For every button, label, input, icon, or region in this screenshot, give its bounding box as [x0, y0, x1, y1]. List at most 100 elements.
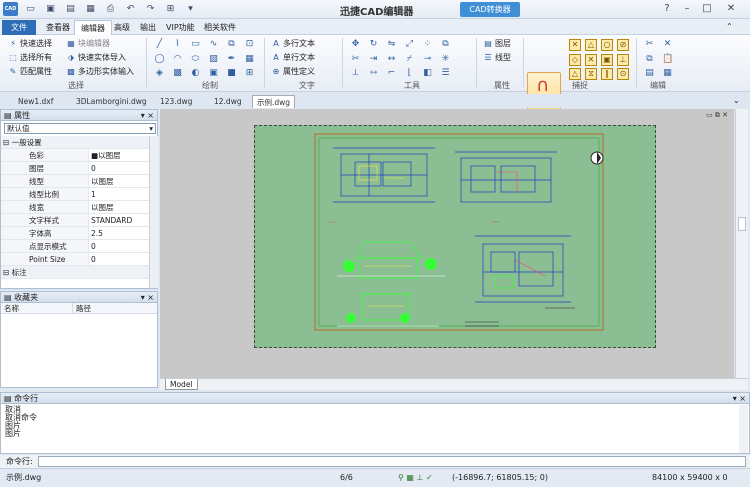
open-folder-icon[interactable]: ▣: [44, 3, 57, 16]
quick-entity-import-button[interactable]: ⬗ 快速实体导入: [66, 52, 126, 64]
arc-icon[interactable]: ◠: [172, 54, 183, 65]
prop-row[interactable]: 线型 以图层: [1, 175, 151, 188]
scroll-thumb[interactable]: [738, 217, 746, 231]
grid-icon[interactable]: ⊞: [244, 68, 255, 79]
redo-icon[interactable]: ↷: [144, 3, 157, 16]
polygon-entity-input-button[interactable]: ▩ 多边形实体输入: [66, 66, 134, 78]
snap-nearest-icon[interactable]: ⧖: [585, 68, 597, 80]
match-props-button[interactable]: ✎ 匹配属性: [8, 66, 52, 78]
mtext-button[interactable]: A 多行文本: [271, 38, 315, 50]
array-icon[interactable]: ⁘: [422, 39, 433, 50]
fillet-icon[interactable]: ⌐: [386, 68, 397, 79]
doc-tab[interactable]: 123.dwg: [156, 95, 196, 108]
rotate-icon[interactable]: ↻: [368, 39, 379, 50]
close-button[interactable]: ✕: [724, 2, 738, 16]
menu-related[interactable]: 相关软件: [198, 20, 242, 35]
snap-quadrant-icon[interactable]: ◇: [569, 54, 581, 66]
measure-icon[interactable]: ⟂: [350, 68, 361, 79]
properties-scrollbar[interactable]: [149, 136, 158, 288]
cad-converter-button[interactable]: CAD转换器: [460, 2, 520, 17]
command-scrollbar[interactable]: [739, 405, 748, 453]
drawing-canvas[interactable]: ▭ ⧉ ✕: [160, 109, 734, 378]
section-dimension[interactable]: ⊟ 标注: [1, 266, 151, 279]
wipeout-icon[interactable]: ◐: [190, 68, 201, 79]
panel-pin-icon[interactable]: ▾ ×: [141, 110, 154, 121]
insert-icon[interactable]: ⊡: [244, 39, 255, 50]
polyline-icon[interactable]: ⌇: [172, 39, 183, 50]
menu-vip[interactable]: VIP功能: [160, 20, 201, 35]
snap-insert-icon[interactable]: ▣: [601, 54, 613, 66]
block-editor-button[interactable]: ▦ 块编辑器: [66, 38, 110, 50]
ellipse-icon[interactable]: ⬭: [190, 54, 201, 65]
trim-icon[interactable]: ✂: [350, 54, 361, 65]
help-icon[interactable]: ?: [660, 2, 674, 16]
prop-row[interactable]: 文字样式 STANDARD: [1, 214, 151, 227]
undo-icon[interactable]: ↶: [124, 3, 137, 16]
save-icon[interactable]: ▤: [64, 3, 77, 16]
prop-row[interactable]: 线宽 以图层: [1, 201, 151, 214]
canvas-horizontal-scrollbar[interactable]: Model: [160, 378, 748, 390]
extend-icon[interactable]: ⇥: [368, 54, 379, 65]
cut-icon[interactable]: ✂: [644, 39, 655, 50]
snap-perpendicular-icon[interactable]: ⊥: [617, 54, 629, 66]
prop-row[interactable]: 色彩 ■以图层: [1, 149, 151, 162]
linetype-button[interactable]: ☰ 线型: [483, 52, 511, 64]
snap-intersection-icon[interactable]: ✕: [585, 54, 597, 66]
snap-tangent-icon[interactable]: △: [569, 68, 581, 80]
prop-row[interactable]: Point Size 0: [1, 253, 151, 266]
distance-icon[interactable]: ⇿: [368, 68, 379, 79]
snap-extension-icon[interactable]: ⊙: [617, 68, 629, 80]
break-icon[interactable]: ⌿: [404, 54, 415, 65]
mirror-icon[interactable]: ⇋: [386, 39, 397, 50]
menu-editor[interactable]: 编辑器: [74, 20, 112, 35]
minimize-button[interactable]: –: [680, 2, 694, 16]
properties-icon[interactable]: ▦: [662, 68, 673, 79]
drawing-sheet[interactable]: [254, 125, 656, 348]
copy-icon[interactable]: ⧉: [226, 39, 237, 50]
chamfer-icon[interactable]: ⌊: [404, 68, 415, 79]
circle-icon[interactable]: ◯: [154, 54, 165, 65]
prop-row[interactable]: 线型比例 1: [1, 188, 151, 201]
text-button[interactable]: A 单行文本: [271, 52, 315, 64]
model-tab[interactable]: Model: [165, 379, 198, 390]
snap-midpoint-icon[interactable]: △: [585, 39, 597, 51]
explode-icon[interactable]: ✳: [440, 54, 451, 65]
table-icon[interactable]: ▦: [244, 54, 255, 65]
viewport-controls[interactable]: ▭ ⧉ ✕: [706, 111, 728, 120]
menu-advanced[interactable]: 高级: [108, 20, 136, 35]
doc-tab[interactable]: 3DLamborgini.dwg: [72, 95, 151, 108]
col-name[interactable]: 名称: [1, 303, 73, 313]
hatch-icon[interactable]: ▨: [208, 54, 219, 65]
doc-tab[interactable]: 12.dwg: [210, 95, 246, 108]
layers-button[interactable]: ▤ 图层: [483, 38, 511, 50]
prop-row[interactable]: 点显示模式 0: [1, 240, 151, 253]
prop-row[interactable]: 字体高 2.5: [1, 227, 151, 240]
copy-clip-icon[interactable]: ⧉: [644, 54, 655, 65]
duplicate-icon[interactable]: ▤: [644, 68, 655, 79]
attdef-button[interactable]: ⊕ 属性定义: [271, 66, 315, 78]
rectangle-icon[interactable]: ▭: [190, 39, 201, 50]
join-icon[interactable]: ⊸: [422, 54, 433, 65]
section-general[interactable]: ⊟ 一般设置: [1, 136, 151, 149]
save-as-icon[interactable]: ▦: [84, 3, 97, 16]
snap-center-icon[interactable]: ○: [601, 39, 613, 51]
spline-icon[interactable]: ∿: [208, 39, 219, 50]
ribbon-collapse-icon[interactable]: ⌃: [726, 22, 733, 31]
point-icon[interactable]: ◈: [154, 68, 165, 79]
extra-icon[interactable]: ⊞: [164, 3, 177, 16]
new-file-icon[interactable]: ▭: [24, 3, 37, 16]
panel-pin-icon[interactable]: ▾ ×: [141, 292, 154, 303]
paste-icon[interactable]: 📋: [662, 54, 673, 65]
color-icon[interactable]: ■: [226, 68, 237, 79]
layer-select[interactable]: 默认值 ▾: [4, 123, 156, 134]
command-input[interactable]: [38, 456, 746, 467]
list-icon[interactable]: ☰: [440, 68, 451, 79]
menu-viewer[interactable]: 查看器: [40, 20, 76, 35]
snap-endpoint-icon[interactable]: ✕: [569, 39, 581, 51]
panel-pin-icon[interactable]: ▾ ×: [733, 393, 746, 404]
select-all-button[interactable]: ⬚ 选择所有: [8, 52, 52, 64]
scale-icon[interactable]: ⤢: [404, 39, 415, 50]
line-icon[interactable]: ╱: [154, 39, 165, 50]
quick-select-button[interactable]: ⚡ 快速选择: [8, 38, 52, 50]
menu-file[interactable]: 文件: [2, 20, 36, 35]
